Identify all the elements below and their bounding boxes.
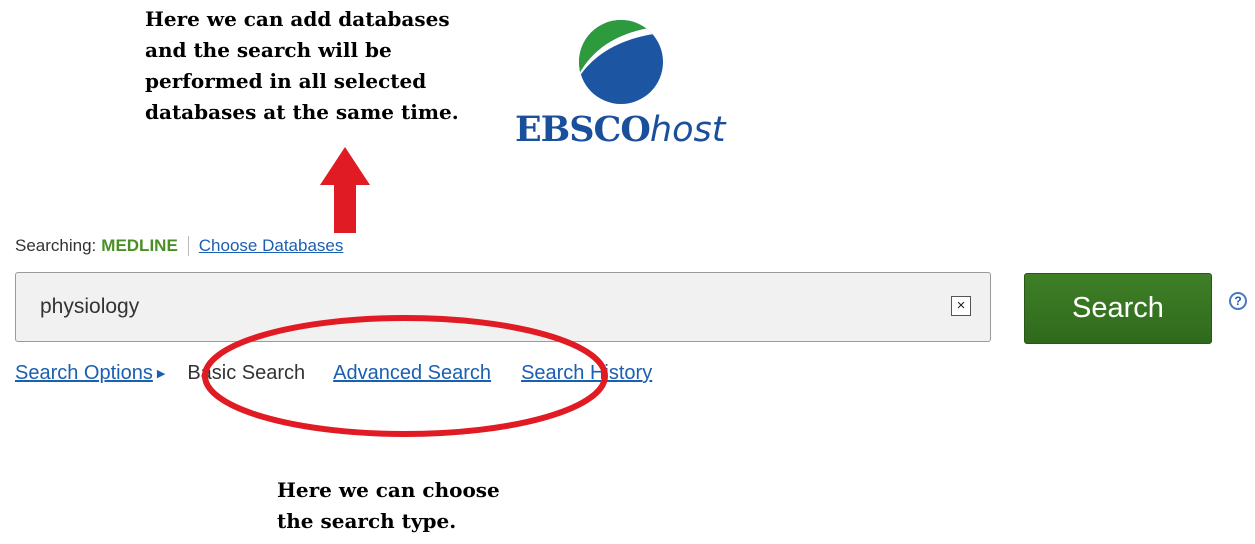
search-input[interactable] — [40, 291, 920, 323]
search-box: × — [15, 272, 991, 342]
advanced-search-link[interactable]: Advanced Search — [333, 362, 491, 385]
annotation-search-type: Here we can choose the search type. — [277, 478, 500, 533]
red-arrow-annotation — [320, 147, 370, 233]
search-history-link[interactable]: Search History — [521, 362, 652, 385]
current-database: MEDLINE — [101, 236, 178, 255]
searching-label: Searching: — [15, 236, 97, 255]
search-options-row: Search Options ▶ Basic Search Advanced S… — [15, 362, 652, 385]
ebsco-globe-icon — [579, 20, 663, 104]
logo-brand-main: EBSCO — [515, 109, 651, 150]
choose-databases-link[interactable]: Choose Databases — [199, 236, 344, 256]
logo-brand-suffix: host — [649, 110, 726, 150]
divider — [187, 236, 189, 256]
basic-search-tab[interactable]: Basic Search — [187, 362, 305, 385]
searching-bar: Searching: MEDLINE Choose Databases — [15, 236, 343, 256]
clear-search-icon[interactable]: × — [951, 296, 971, 316]
search-options-link[interactable]: Search Options — [15, 362, 153, 385]
ebscohost-wordmark: EBSCOhost — [515, 109, 726, 151]
caret-right-icon[interactable]: ▶ — [157, 367, 165, 380]
help-icon[interactable]: ? — [1229, 292, 1247, 310]
search-button[interactable]: Search — [1024, 273, 1212, 344]
annotation-choose-databases: Here we can add databases and the search… — [145, 7, 459, 124]
ebscohost-logo: EBSCOhost — [515, 18, 735, 158]
